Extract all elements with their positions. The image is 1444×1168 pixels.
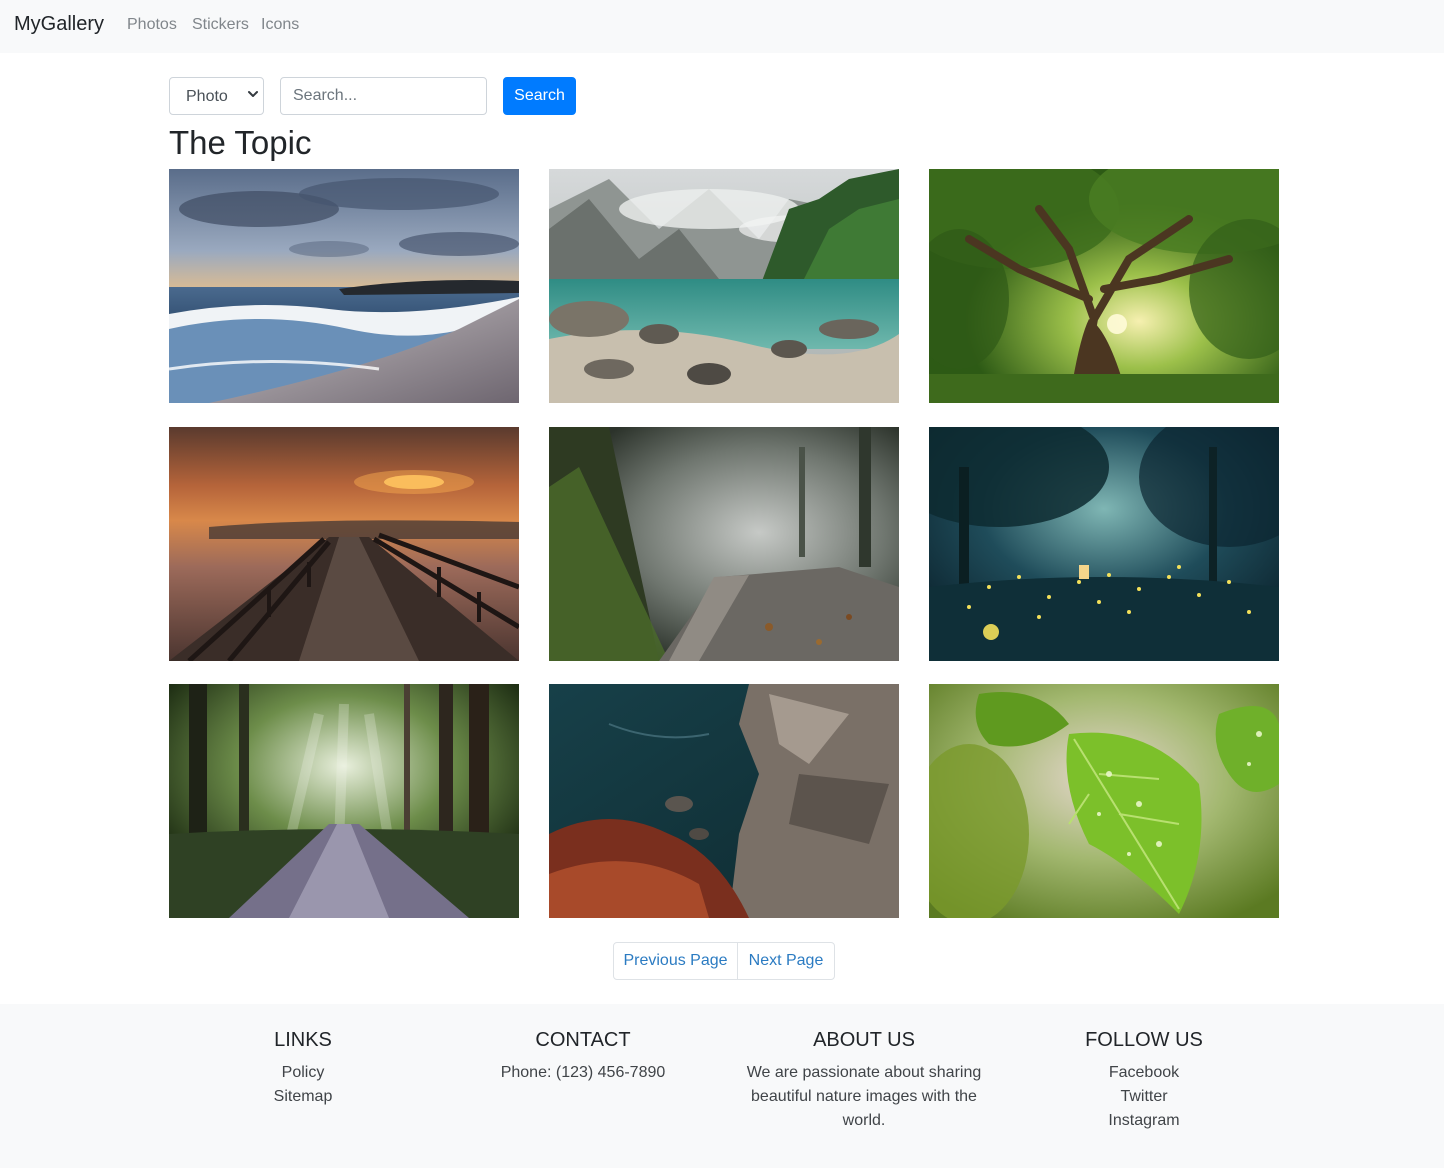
chevron-down-icon bbox=[248, 91, 258, 97]
footer-link-sitemap[interactable]: Sitemap bbox=[163, 1085, 443, 1109]
footer-follow-heading: FOLLOW US bbox=[1085, 1029, 1203, 1051]
footer-follow-column: FOLLOW US Facebook Twitter Instagram bbox=[1004, 1028, 1284, 1133]
pagination: Previous Page Next Page bbox=[613, 942, 835, 980]
footer-about-heading: ABOUT US bbox=[813, 1029, 915, 1051]
navbar: MyGallery Photos Stickers Icons bbox=[0, 0, 1444, 53]
gallery-image-rocky-coast[interactable] bbox=[549, 684, 899, 918]
footer-contact-column: CONTACT Phone: (123) 456-7890 bbox=[443, 1028, 723, 1085]
footer-contact-heading: CONTACT bbox=[535, 1029, 631, 1051]
footer-links-column: LINKS Policy Sitemap bbox=[163, 1028, 443, 1109]
gallery-image-mountain-lake[interactable] bbox=[549, 169, 899, 403]
gallery-image-foggy-forest-path[interactable] bbox=[549, 427, 899, 661]
footer: LINKS Policy Sitemap CONTACT Phone: (123… bbox=[0, 1004, 1444, 1168]
footer-about-text: We are passionate about sharing beautifu… bbox=[746, 1064, 982, 1129]
footer-contact-phone: Phone: (123) 456-7890 bbox=[500, 1064, 666, 1081]
nav-link-photos[interactable]: Photos bbox=[127, 16, 177, 34]
search-input[interactable] bbox=[280, 77, 487, 115]
gallery-image-giant-tree[interactable] bbox=[929, 169, 1279, 403]
footer-link-instagram[interactable]: Instagram bbox=[1004, 1109, 1284, 1133]
footer-link-facebook[interactable]: Facebook bbox=[1004, 1061, 1284, 1085]
search-button[interactable]: Search bbox=[503, 77, 576, 115]
gallery-image-leaves-with-raindrops[interactable] bbox=[929, 684, 1279, 918]
brand-logo[interactable]: MyGallery bbox=[14, 13, 104, 36]
gallery-image-sunlit-forest-road[interactable] bbox=[169, 684, 519, 918]
gallery-image-misty-pier-sunrise[interactable] bbox=[169, 427, 519, 661]
media-type-value: Photo bbox=[186, 88, 228, 105]
gallery-image-beach-sunset[interactable] bbox=[169, 169, 519, 403]
footer-links-heading: LINKS bbox=[274, 1029, 332, 1051]
nav-link-stickers[interactable]: Stickers bbox=[192, 16, 249, 34]
footer-link-policy[interactable]: Policy bbox=[163, 1061, 443, 1085]
gallery-image-fireflies-forest[interactable] bbox=[929, 427, 1279, 661]
nav-link-icons[interactable]: Icons bbox=[261, 16, 299, 34]
page-title: The Topic bbox=[169, 124, 312, 161]
media-type-select[interactable]: Photo bbox=[169, 77, 264, 115]
footer-link-twitter[interactable]: Twitter bbox=[1004, 1085, 1284, 1109]
previous-page-button[interactable]: Previous Page bbox=[614, 943, 738, 979]
next-page-button[interactable]: Next Page bbox=[738, 943, 834, 979]
footer-about-column: ABOUT US We are passionate about sharing… bbox=[724, 1028, 1004, 1133]
